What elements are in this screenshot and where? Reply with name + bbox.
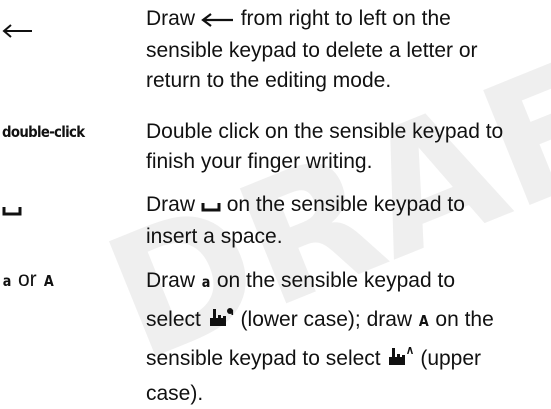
text-line: return to the editing mode. <box>146 69 392 92</box>
text-line: finish your finger writing. <box>146 150 373 173</box>
text-line: Double click on the sensible keypad to <box>146 120 504 143</box>
inline-letter-upper: A <box>418 312 429 330</box>
text-fragment: (upper <box>420 347 482 370</box>
handwriting-uppercase-icon <box>386 342 414 379</box>
left-arrow-icon <box>2 17 34 47</box>
text-line: insert a space. <box>146 225 283 248</box>
term-connector: or <box>17 268 37 291</box>
definition-text: Draw on the sensible keypad to insert a … <box>146 190 546 252</box>
text-fragment: (lower case); draw <box>240 308 413 331</box>
definition-text: Double click on the sensible keypad to f… <box>146 117 546 177</box>
definition-term: double-click <box>2 123 85 141</box>
text-fragment: on the <box>435 308 494 331</box>
handwriting-lowercase-icon <box>207 303 235 340</box>
left-arrow-icon <box>201 6 235 36</box>
space-icon <box>2 196 22 226</box>
text-fragment: on the sensible keypad to <box>216 269 455 292</box>
text-line: sensible keypad to delete a letter or <box>146 39 478 62</box>
text-fragment: Draw <box>146 193 196 216</box>
definition-text: Draw from right to left on the sensible … <box>146 4 546 96</box>
term-letter-lower: a <box>2 272 12 290</box>
term-letter-upper: A <box>43 272 54 290</box>
text-fragment: on the sensible keypad to <box>226 193 465 216</box>
space-icon <box>201 192 221 222</box>
text-fragment: select <box>146 308 201 331</box>
text-fragment: from right to left on the <box>240 7 451 30</box>
text-fragment: Draw <box>146 7 196 30</box>
text-fragment: sensible keypad to select <box>146 347 381 370</box>
inline-letter-lower: a <box>201 273 211 291</box>
text-fragment: Draw <box>146 269 196 292</box>
definition-term: a or A <box>2 265 54 296</box>
definition-text: Draw a on the sensible keypad to select … <box>146 262 546 409</box>
